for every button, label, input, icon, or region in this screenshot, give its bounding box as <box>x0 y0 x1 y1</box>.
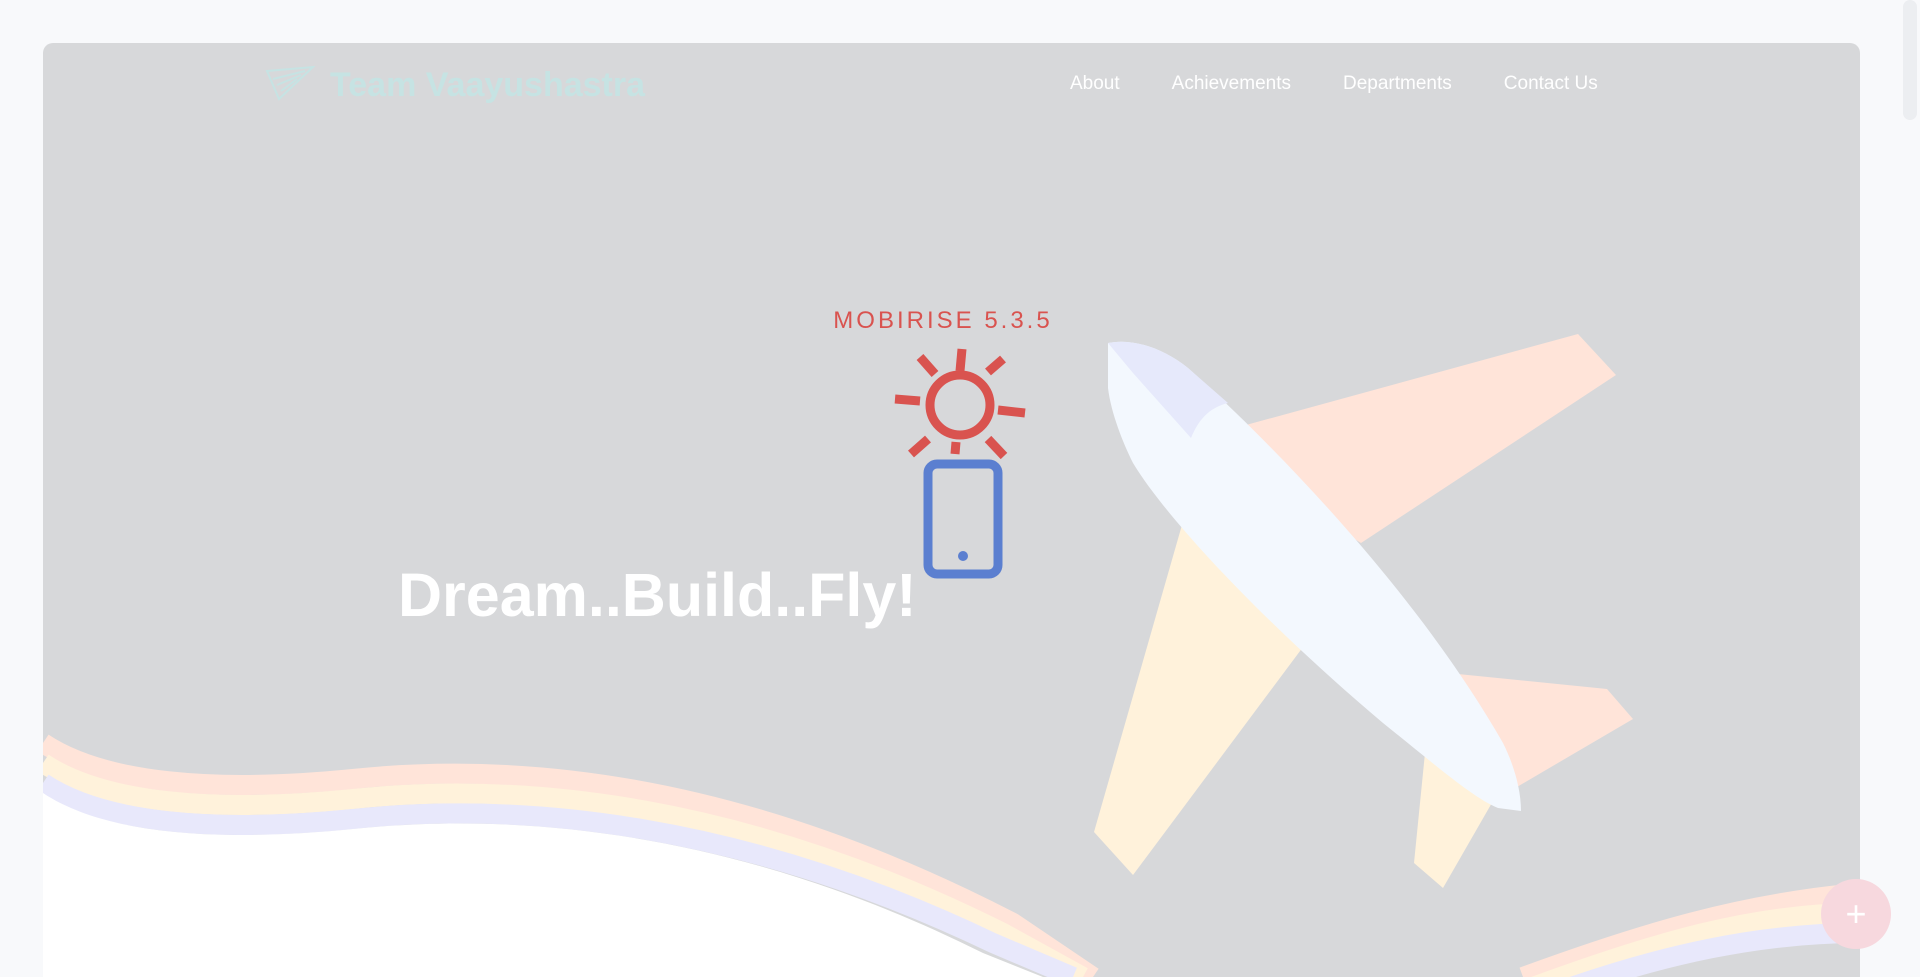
navbar: Team Vaayushastra About Achievements Dep… <box>43 43 1860 127</box>
airplane-illustration <box>1094 334 1633 888</box>
nav-item-about[interactable]: About <box>1070 73 1120 95</box>
page-scrollbar[interactable] <box>1900 0 1920 977</box>
plus-icon: + <box>1845 893 1867 934</box>
brand-name[interactable]: Team Vaayushastra <box>330 66 645 105</box>
add-fab-button[interactable]: + <box>1821 879 1891 949</box>
scrollbar-thumb[interactable] <box>1903 0 1917 120</box>
nav-item-departments[interactable]: Departments <box>1343 73 1452 95</box>
nav-item-contact-us[interactable]: Contact Us <box>1504 73 1598 95</box>
brand[interactable]: Team Vaayushastra <box>265 65 645 105</box>
mobirise-badge: MOBIRISE 5.3.5 <box>828 307 1058 587</box>
paper-plane-logo-icon <box>265 65 316 105</box>
main-nav: About Achievements Departments Contact U… <box>1070 73 1598 95</box>
nav-item-achievements[interactable]: Achievements <box>1172 73 1291 95</box>
mobirise-label: MOBIRISE 5.3.5 <box>833 307 1053 334</box>
page: Team Vaayushastra About Achievements Dep… <box>0 0 1920 977</box>
sun-phone-icon <box>894 348 1026 579</box>
